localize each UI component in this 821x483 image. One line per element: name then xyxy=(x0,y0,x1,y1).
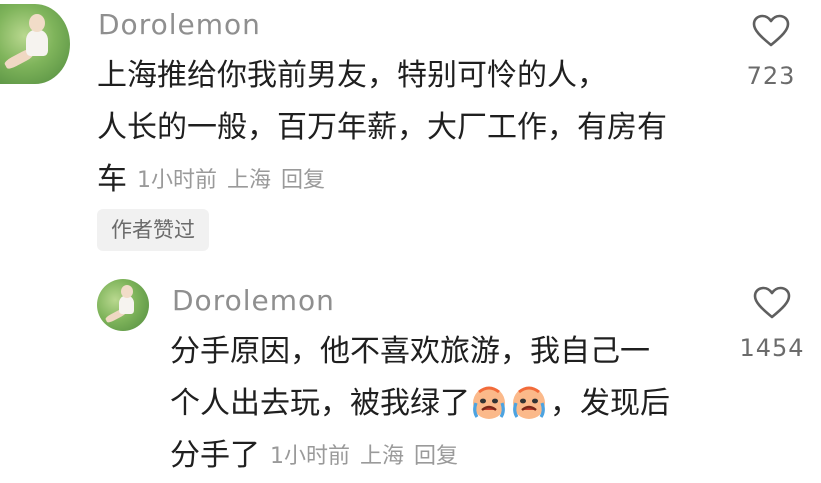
like-button[interactable]: 723 xyxy=(741,14,801,90)
reply-location: 上海 xyxy=(360,444,405,469)
reply-text-line: 分手原因，他不喜欢旅游，我自己一 xyxy=(170,334,650,369)
reply-avatar[interactable] xyxy=(97,279,149,331)
comment-meta: 1小时前 上海 回复 xyxy=(137,168,335,193)
reply-text-line-end: 分手了 xyxy=(170,438,260,473)
comment-text-line: 车 1小时前 上海 回复 xyxy=(97,154,667,206)
comment-text-line: 人长的一般，百万年薪，大厂工作，有房有 xyxy=(97,110,667,145)
comment-text: 上海推给你我前男友，特别可怜的人， 人长的一般，百万年薪，大厂工作，有房有 车1… xyxy=(97,50,667,206)
comment-location: 上海 xyxy=(227,168,272,193)
reply-text-line: 个人出去玩，被我绿了 ，发现后 xyxy=(170,378,670,430)
reply-text-segment: 个人出去玩，被我绿了 xyxy=(170,386,470,421)
reply-username[interactable]: Dorolemon xyxy=(172,284,335,317)
like-count: 1454 xyxy=(739,334,805,362)
comment-time: 1小时前 xyxy=(137,168,217,193)
reply-button[interactable]: 回复 xyxy=(414,444,458,469)
avatar[interactable] xyxy=(0,4,70,84)
avatar-figure-body xyxy=(26,30,48,56)
avatar-figure-head xyxy=(29,14,45,32)
crying-face-emoji xyxy=(473,386,505,419)
comment-text-line: 上海推给你我前男友，特别可怜的人， xyxy=(97,58,607,93)
author-liked-badge: 作者赞过 xyxy=(97,209,209,251)
reply-meta: 1小时前 上海 回复 xyxy=(270,444,468,469)
reply-text-segment: ，发现后 xyxy=(550,386,670,421)
reply-text-line: 分手了 1小时前 上海 回复 xyxy=(170,430,670,482)
crying-face-emoji xyxy=(513,386,545,419)
reply-button[interactable]: 回复 xyxy=(281,168,325,193)
heart-icon xyxy=(753,286,791,319)
like-count: 723 xyxy=(746,62,796,90)
comment-username[interactable]: Dorolemon xyxy=(98,8,261,41)
avatar-figure-head xyxy=(121,285,133,298)
heart-icon xyxy=(752,14,790,47)
comment-text-line-end: 车 xyxy=(97,162,127,197)
reply-time: 1小时前 xyxy=(270,444,350,469)
like-button[interactable]: 1454 xyxy=(732,286,812,362)
avatar-figure-body xyxy=(119,296,134,314)
reply-text: 分手原因，他不喜欢旅游，我自己一 个人出去玩，被我绿了 ，发现后 分手了 1小时前上… xyxy=(170,326,670,482)
